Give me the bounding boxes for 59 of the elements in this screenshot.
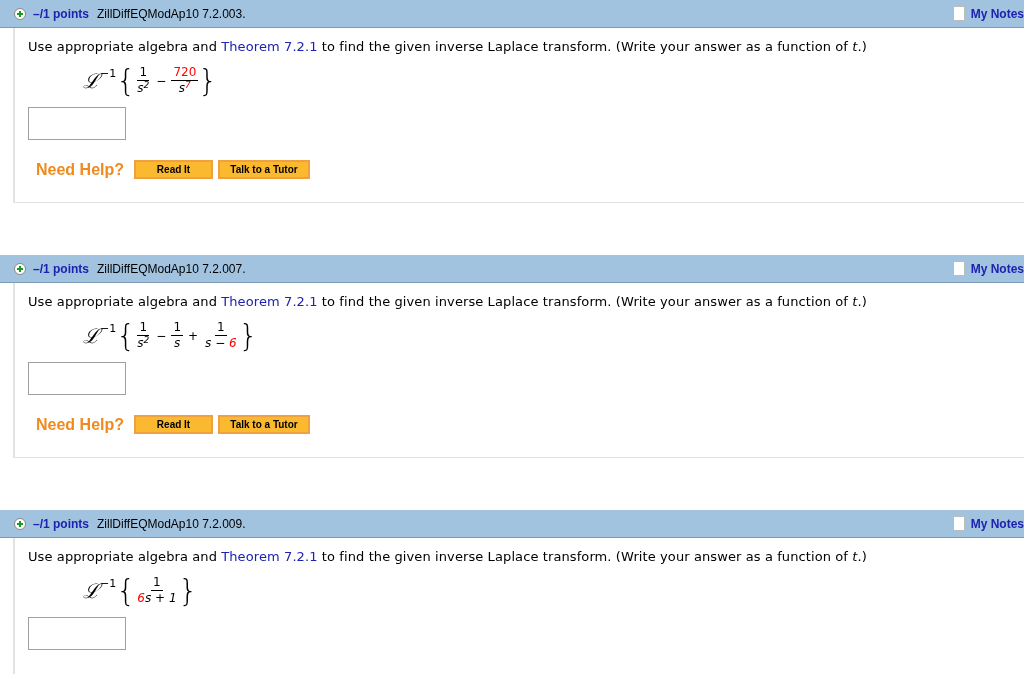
question-code: ZillDiffEQModAp10 7.2.003.	[97, 5, 246, 23]
math-term: 2	[143, 81, 150, 90]
theorem-link[interactable]: Theorem 7.2.1	[221, 549, 318, 564]
my-notes-link[interactable]: My Notes	[970, 259, 1024, 278]
exponent: −1	[100, 575, 117, 590]
math-term: 6	[229, 336, 237, 350]
theorem-link[interactable]: Theorem 7.2.1	[221, 39, 318, 54]
my-notes-link[interactable]: My Notes	[970, 4, 1024, 23]
math-term: 1	[153, 575, 161, 589]
help-button[interactable]: Read It	[134, 160, 213, 179]
need-help-label: Need Help?	[36, 159, 124, 180]
help-button[interactable]: Talk to a Tutor	[218, 160, 310, 179]
close-brace: }	[238, 320, 258, 351]
expand-icon[interactable]	[14, 517, 26, 530]
question-prompt: Use appropriate algebra and Theorem 7.2.1 to find the given inverse Laplace transform. (Write your answer as a function of t.)	[28, 548, 868, 566]
math-term: 720	[173, 65, 197, 79]
math-term: 1	[139, 65, 148, 79]
expand-icon[interactable]	[14, 262, 26, 275]
notes-icon[interactable]	[952, 261, 965, 276]
math-term: s −	[205, 336, 227, 350]
points-label: –/1 points	[33, 260, 89, 278]
open-brace: {	[116, 65, 136, 96]
answer-field[interactable]	[28, 361, 126, 395]
answer-field[interactable]	[28, 106, 126, 140]
math-term: 2	[143, 336, 150, 345]
math-term: s	[137, 336, 144, 350]
help-button[interactable]: Talk to a Tutor	[218, 415, 310, 434]
theorem-link[interactable]: Theorem 7.2.1	[221, 294, 318, 309]
operator-sign: +	[188, 327, 199, 345]
math-term: s	[174, 336, 181, 350]
question-code: ZillDiffEQModAp10 7.2.009.	[97, 515, 246, 533]
math-term: 6	[137, 591, 145, 605]
math-term: 1	[173, 320, 181, 334]
math-term: s	[137, 81, 144, 95]
question-prompt: Use appropriate algebra and Theorem 7.2.1 to find the given inverse Laplace transform. (Write your answer as a function of t.)	[28, 293, 868, 311]
operator-sign: −	[156, 327, 167, 345]
math-term: s + 1	[144, 591, 177, 605]
math-term: 7	[185, 81, 191, 90]
question-code: ZillDiffEQModAp10 7.2.007.	[97, 260, 246, 278]
need-help-label: Need Help?	[36, 414, 124, 435]
exponent: −1	[100, 320, 117, 335]
notes-icon[interactable]	[952, 516, 965, 531]
operator-sign: −	[156, 72, 167, 90]
open-brace: {	[116, 575, 136, 606]
points-label: –/1 points	[33, 5, 89, 23]
help-button[interactable]: Read It	[134, 415, 213, 434]
math-term: s	[178, 81, 186, 95]
expand-icon[interactable]	[14, 7, 26, 20]
question-prompt: Use appropriate algebra and Theorem 7.2.1 to find the given inverse Laplace transform. (Write your answer as a function of t.)	[28, 38, 868, 56]
answer-field[interactable]	[28, 616, 126, 650]
notes-icon[interactable]	[952, 6, 965, 21]
points-label: –/1 points	[33, 515, 89, 533]
exponent: −1	[100, 65, 117, 80]
close-brace: }	[178, 575, 198, 606]
close-brace: }	[198, 65, 218, 96]
math-term: 1	[217, 320, 225, 334]
math-term: 1	[139, 320, 148, 334]
open-brace: {	[116, 320, 136, 351]
my-notes-link[interactable]: My Notes	[970, 514, 1024, 533]
